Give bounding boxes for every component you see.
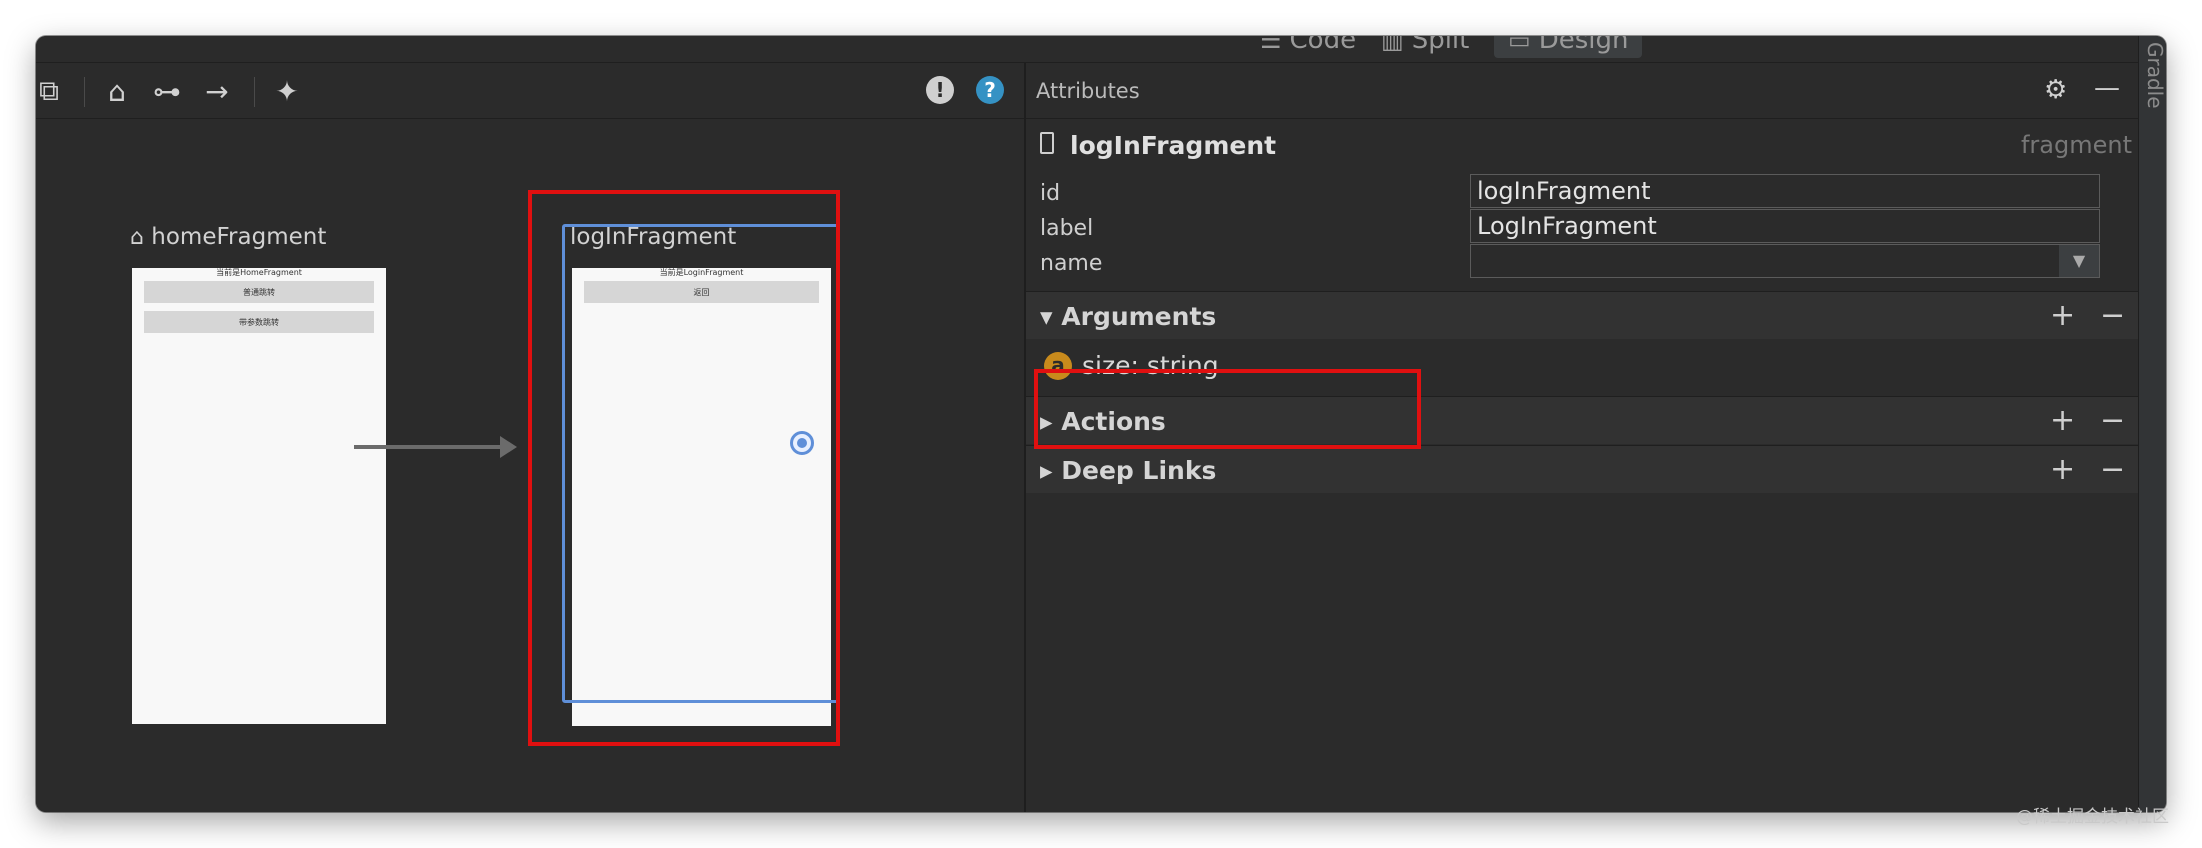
add-deep-link-icon[interactable]: +	[2050, 452, 2075, 487]
remove-deep-link-icon[interactable]: −	[2100, 452, 2125, 487]
arguments-section-header[interactable]: ▾ Arguments + −	[1026, 291, 2138, 339]
preview-button: 带参数跳转	[144, 311, 374, 333]
arguments-section-title: ▾ Arguments	[1040, 302, 1217, 331]
code-view-icon: ☰	[1260, 36, 1282, 54]
chevron-down-icon[interactable]: ▼	[2059, 245, 2099, 277]
design-toolbar: ⧉ ⌂ ⊶ → ✦ ! ?	[36, 63, 1024, 119]
start-destination-icon: ⌂	[130, 225, 144, 250]
selected-destination-row: logInFragment fragment	[1026, 119, 2138, 171]
selected-destination-type: fragment	[2020, 131, 2132, 159]
toolbar-separator	[84, 77, 85, 107]
add-action-icon[interactable]: +	[2050, 403, 2075, 438]
split-view-icon: ▥	[1381, 36, 1404, 54]
add-argument-icon[interactable]: +	[2050, 298, 2075, 333]
device-frames-icon[interactable]: ⧉	[36, 72, 68, 110]
home-fragment-title[interactable]: ⌂ homeFragment	[130, 224, 326, 250]
code-view-button[interactable]: ☰ Code	[1260, 36, 1356, 58]
arrow-right-icon[interactable]: →	[198, 72, 236, 110]
fragment-icon	[1040, 132, 1054, 154]
split-view-button[interactable]: ▥ Split	[1381, 36, 1469, 58]
help-icon[interactable]: ?	[976, 76, 1004, 104]
name-label: name	[1040, 251, 1103, 276]
attributes-header: Attributes ⚙ —	[1026, 63, 2138, 119]
attributes-title: Attributes	[1036, 79, 1140, 103]
warning-icon[interactable]: !	[926, 76, 954, 104]
deep-links-section-header[interactable]: ▸ Deep Links + −	[1026, 445, 2138, 493]
minimize-icon[interactable]: —	[2094, 73, 2120, 103]
toolbar-separator	[254, 77, 255, 107]
watermark: @稀土掘金技术社区	[2016, 807, 2169, 827]
id-field[interactable]	[1470, 174, 2100, 208]
preview-header-text: 当前是HomeFragment	[216, 268, 302, 277]
deep-links-section-title: ▸ Deep Links	[1040, 456, 1217, 485]
argument-highlight	[1034, 369, 1421, 449]
label-field[interactable]	[1470, 209, 2100, 243]
link-icon[interactable]: ⊶	[148, 72, 186, 110]
selected-destination-name: logInFragment	[1070, 131, 1277, 160]
gear-icon[interactable]: ⚙	[2044, 75, 2067, 105]
gradle-side-strip[interactable]	[2138, 36, 2166, 812]
navigation-action-arrowhead	[500, 436, 517, 458]
home-fragment-preview[interactable]: 当前是HomeFragment 普通跳转 带参数跳转	[132, 268, 386, 724]
label-label: label	[1040, 216, 1094, 241]
home-icon[interactable]: ⌂	[98, 72, 136, 110]
navigation-action-arrow[interactable]	[354, 445, 502, 449]
id-label: id	[1040, 181, 1061, 206]
gradle-tool-window-label[interactable]: Gradle	[2143, 42, 2166, 109]
sparkle-icon[interactable]: ✦	[268, 72, 306, 110]
view-mode-toggle: ☰ Code ▥ Split ▭ Design	[36, 36, 2166, 63]
design-view-button[interactable]: ▭ Design	[1494, 36, 1643, 58]
name-dropdown[interactable]: ▼	[1470, 244, 2100, 278]
design-view-icon: ▭	[1508, 36, 1531, 54]
remove-action-icon[interactable]: −	[2100, 403, 2125, 438]
login-fragment-highlight	[528, 190, 840, 746]
preview-button: 普通跳转	[144, 281, 374, 303]
remove-argument-icon[interactable]: −	[2100, 298, 2125, 333]
